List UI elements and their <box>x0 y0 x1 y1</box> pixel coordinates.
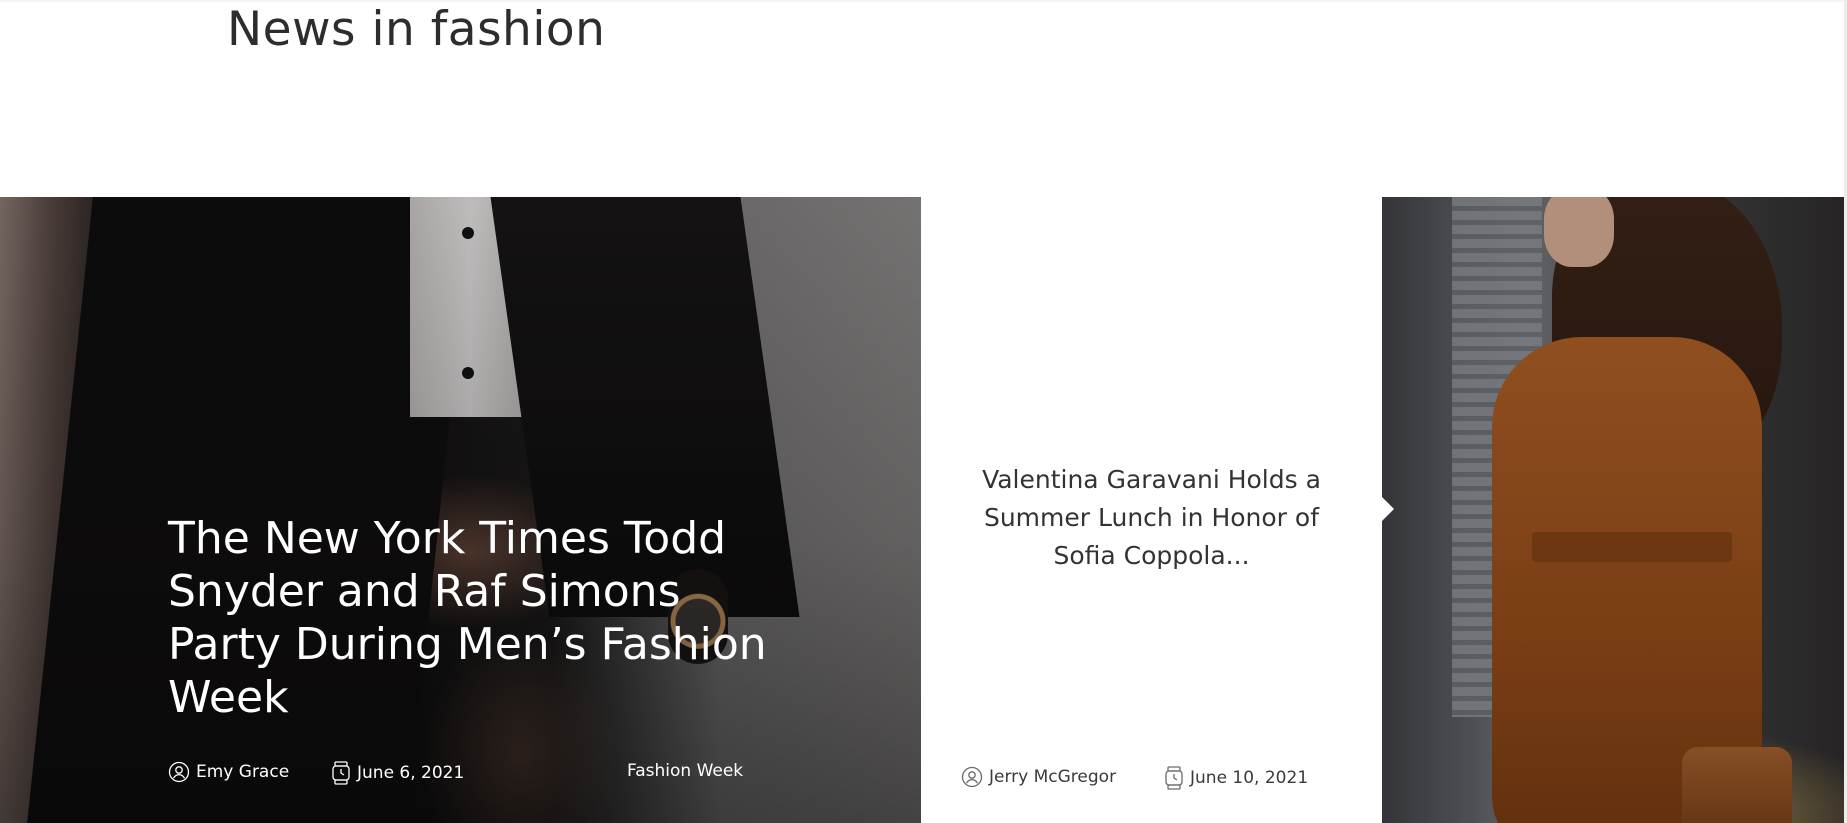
user-icon <box>961 766 983 788</box>
post-author[interactable]: Emy Grace <box>168 761 289 783</box>
post-author-name: Emy Grace <box>196 762 290 782</box>
post-date-text: June 10, 2021 <box>1190 768 1309 788</box>
news-section: News in fashion The New York Times Todd … <box>0 0 1847 823</box>
post-title[interactable]: Valentina Garavani Holds a Summer Lunch … <box>961 461 1342 575</box>
post-date: June 6, 2021 <box>331 761 464 785</box>
watch-icon <box>331 761 351 785</box>
post-date-text: June 6, 2021 <box>357 763 465 783</box>
post-author-name: Jerry McGregor <box>989 767 1117 787</box>
post-author[interactable]: Jerry McGregor <box>961 766 1116 788</box>
post-category-link[interactable]: Fashion Week <box>627 761 743 781</box>
post-date: June 10, 2021 <box>1164 766 1308 790</box>
user-icon <box>168 761 190 783</box>
post-image-card[interactable] <box>1382 197 1844 823</box>
card-pointer-arrow <box>1382 497 1394 521</box>
section-title: News in fashion <box>227 2 606 57</box>
featured-post-title[interactable]: The New York Times Todd Snyder and Raf S… <box>168 512 788 724</box>
featured-post-card[interactable]: The New York Times Todd Snyder and Raf S… <box>0 197 921 823</box>
watch-icon <box>1164 766 1184 790</box>
post-category-text: Fashion Week <box>627 761 744 781</box>
post-card[interactable]: Valentina Garavani Holds a Summer Lunch … <box>921 197 1382 823</box>
